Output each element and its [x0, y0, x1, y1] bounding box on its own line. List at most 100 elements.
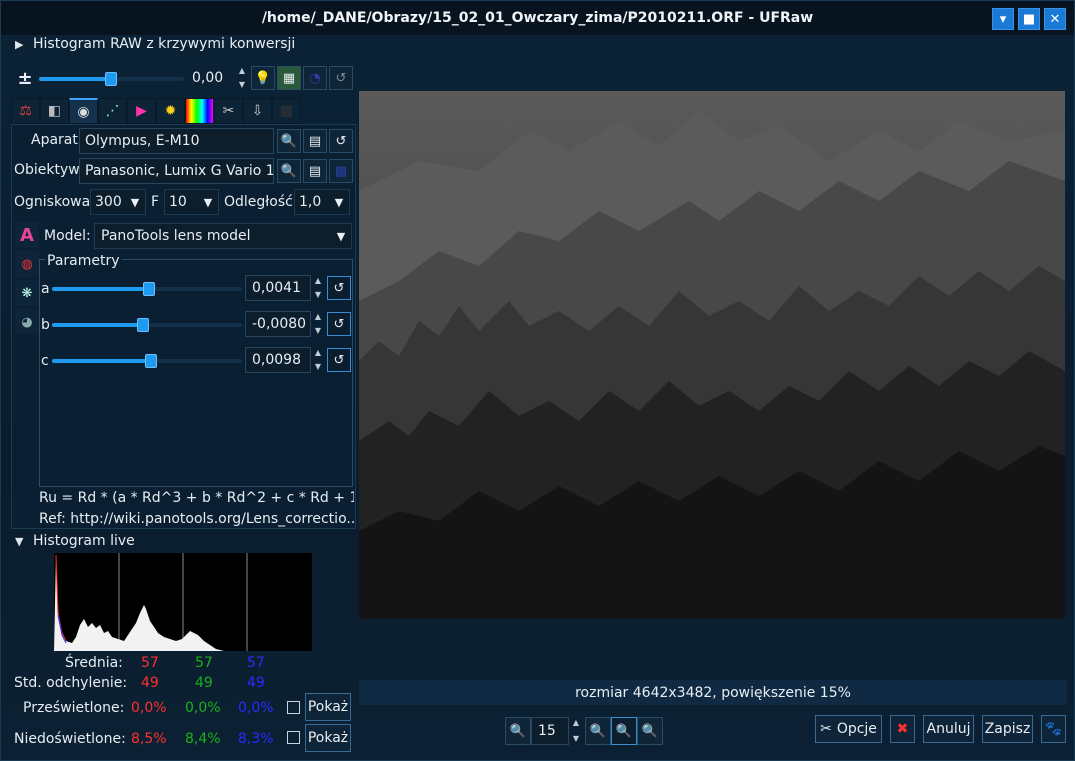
geometry-icon[interactable]: ◕	[15, 309, 39, 335]
vignetting-icon[interactable]: ❋	[15, 280, 39, 306]
std-label: Std. odchylenie:	[14, 675, 128, 691]
options-label: Opcje	[836, 721, 877, 737]
maximize-button[interactable]: ■	[1018, 8, 1040, 30]
reset-exposure-icon[interactable]: ↺	[329, 66, 353, 90]
show-underexposed-button[interactable]: Pokaż	[305, 724, 351, 752]
param-name: c	[41, 353, 49, 369]
grayscale-icon[interactable]: ◧	[40, 98, 69, 124]
reset-param-icon[interactable]: ↺	[327, 348, 351, 372]
focal-label: Ogniskowa	[14, 194, 91, 210]
chevron-down-icon: ▼	[203, 195, 213, 209]
camera-list-icon[interactable]: ▤	[303, 129, 327, 153]
reset-param-icon[interactable]: ↺	[327, 312, 351, 336]
live-histogram-expander[interactable]: ▼ Histogram live	[15, 533, 135, 549]
auto-exposure-icon[interactable]: 💡	[251, 66, 275, 90]
minimize-button[interactable]: ▾	[992, 8, 1014, 30]
underexposed-label: Niedoświetlone:	[14, 731, 126, 747]
search-camera-icon[interactable]: 🔍	[277, 129, 301, 153]
model-label: Model:	[44, 228, 91, 244]
mean-label: Średnia:	[65, 655, 123, 671]
exif-icon[interactable]: ▩	[272, 98, 301, 124]
exposure-spin[interactable]: ▲ ▼	[235, 65, 249, 91]
close-button[interactable]: ✕	[1044, 8, 1066, 30]
color-mgmt-icon[interactable]: ▶	[127, 98, 156, 124]
reset-camera-icon[interactable]: ↺	[329, 129, 353, 153]
cancel-button[interactable]: Anuluj	[923, 715, 974, 743]
crop-rotate-icon[interactable]: ✂	[214, 98, 243, 124]
focal-combo[interactable]: 300 ▼	[90, 189, 146, 215]
lens-icon[interactable]: ◉	[69, 98, 98, 124]
auto-lens-icon[interactable]: ▩	[329, 159, 353, 183]
param-spin[interactable]: ▲ ▼	[311, 311, 325, 337]
preview-photo	[359, 91, 1065, 619]
delete-icon[interactable]: ✖	[890, 715, 915, 743]
param-slider-knob[interactable]	[145, 354, 157, 368]
param-name: a	[41, 281, 50, 297]
zoom-in-icon[interactable]: 🔍	[585, 717, 611, 745]
under-blue: 8,3%	[238, 731, 274, 747]
show-overexposed-button[interactable]: Pokaż	[305, 693, 351, 721]
camera-field[interactable]: Olympus, E-M10	[79, 128, 274, 154]
std-blue: 49	[247, 675, 265, 691]
mean-blue: 57	[247, 655, 265, 671]
preview-status: rozmiar 4642x3482, powiększenie 15%	[359, 680, 1067, 705]
distortion-icon[interactable]: A	[15, 222, 39, 248]
distance-label: Odległość	[224, 194, 293, 210]
options-button[interactable]: ✂ Opcje	[815, 715, 882, 743]
param-slider-knob[interactable]	[143, 282, 155, 296]
param-slider[interactable]	[52, 354, 242, 368]
param-slider-knob[interactable]	[137, 318, 149, 332]
distance-value: 1,0	[299, 194, 322, 210]
white-balance-icon[interactable]: ⚖	[11, 98, 40, 124]
camera-label: Aparat	[31, 132, 78, 148]
saturation-icon[interactable]	[185, 98, 214, 124]
title-bar: /home/_DANE/Obrazy/15_02_01_Owczary_zima…	[1, 1, 1074, 35]
f-combo[interactable]: 10 ▼	[164, 189, 219, 215]
send-to-gimp-icon[interactable]: 🐾	[1041, 715, 1066, 743]
focal-value: 300	[95, 194, 122, 210]
exposure-slider-fill	[39, 77, 111, 81]
restore-details-icon[interactable]: ▦	[277, 66, 301, 90]
zoom-100-icon[interactable]: 🔍	[637, 717, 663, 745]
zoom-fit-icon[interactable]: 🔍	[611, 717, 637, 745]
model-combo[interactable]: PanoTools lens model ▼	[94, 223, 352, 249]
param-slider[interactable]	[52, 282, 242, 296]
image-preview[interactable]	[359, 91, 1065, 619]
tca-icon[interactable]: ◍	[15, 251, 39, 277]
zoom-value[interactable]: 15	[531, 717, 569, 745]
search-lens-icon[interactable]: 🔍	[277, 159, 301, 183]
param-spin[interactable]: ▲ ▼	[311, 347, 325, 373]
chevron-down-icon: ▼	[334, 195, 344, 209]
over-red: 0,0%	[131, 700, 167, 716]
exposure-slider[interactable]	[39, 72, 184, 86]
tools-icon: ✂	[820, 721, 832, 737]
formula-text: Ru = Rd * (a * Rd^3 + b * Rd^2 + c * Rd …	[39, 490, 354, 506]
reset-param-icon[interactable]: ↺	[327, 276, 351, 300]
zoom-spin[interactable]: ▲ ▼	[569, 717, 583, 745]
save-button[interactable]: Zapisz	[982, 715, 1033, 743]
show-underexposed-checkbox[interactable]	[287, 731, 300, 744]
distance-combo[interactable]: 1,0 ▼	[294, 189, 350, 215]
save-icon[interactable]: ⇩	[243, 98, 272, 124]
param-slider-fill	[52, 359, 151, 363]
param-value[interactable]: 0,0098	[245, 347, 311, 373]
std-green: 49	[195, 675, 213, 691]
correct-luminosity-icon[interactable]: ✹	[156, 98, 185, 124]
param-slider[interactable]	[52, 318, 242, 332]
lens-list-icon[interactable]: ▤	[303, 159, 327, 183]
base-curve-icon[interactable]: ⋰	[98, 98, 127, 124]
std-red: 49	[141, 675, 159, 691]
clip-highlights-icon[interactable]: ◔	[303, 66, 327, 90]
param-value[interactable]: -0,0080	[245, 311, 311, 337]
zoom-out-icon[interactable]: 🔍	[505, 717, 531, 745]
raw-histogram-expander[interactable]: ▶ Histogram RAW z krzywymi konwersji	[15, 36, 295, 52]
exposure-slider-knob[interactable]	[105, 72, 117, 86]
show-overexposed-checkbox[interactable]	[287, 701, 300, 714]
param-name: b	[41, 317, 50, 333]
tool-tabs: ⚖ ◧ ◉ ⋰ ▶ ✹ ✂ ⇩ ▩	[11, 98, 301, 124]
lens-field[interactable]: Panasonic, Lumix G Vario 10	[79, 158, 274, 184]
exposure-value[interactable]: 0,00	[186, 65, 234, 91]
param-value[interactable]: 0,0041	[245, 275, 311, 301]
window-title: /home/_DANE/Obrazy/15_02_01_Owczary_zima…	[261, 10, 814, 26]
param-spin[interactable]: ▲ ▼	[311, 275, 325, 301]
